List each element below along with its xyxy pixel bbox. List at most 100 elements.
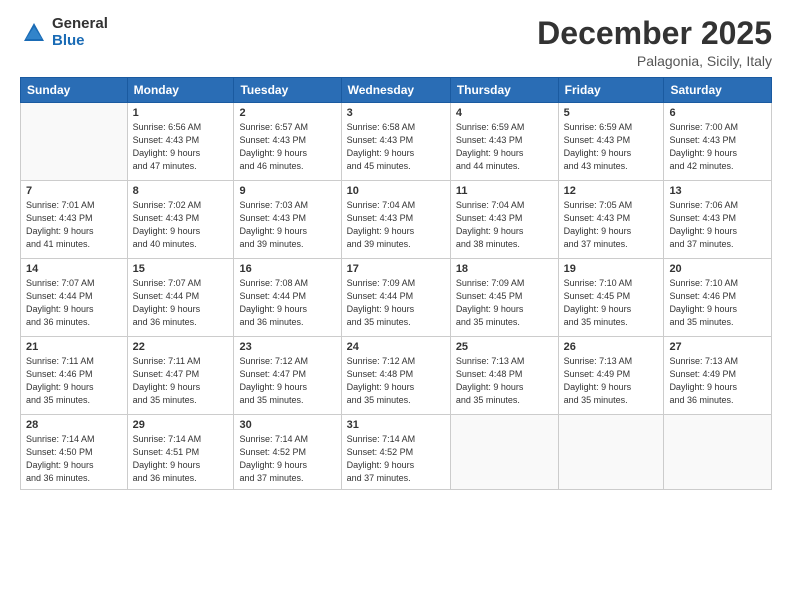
day-number: 13	[669, 185, 766, 197]
calendar-day-cell	[21, 103, 128, 181]
logo: General Blue	[20, 16, 108, 49]
calendar-day-cell: 21 Sunrise: 7:11 AM Sunset: 4:46 PM Dayli…	[21, 337, 128, 415]
day-info: Sunrise: 7:13 AM Sunset: 4:48 PM Dayligh…	[456, 355, 553, 407]
calendar-day-cell: 2 Sunrise: 6:57 AM Sunset: 4:43 PM Daylig…	[234, 103, 341, 181]
calendar: SundayMondayTuesdayWednesdayThursdayFrid…	[20, 77, 772, 490]
calendar-day-cell: 18 Sunrise: 7:09 AM Sunset: 4:45 PM Dayli…	[450, 259, 558, 337]
day-number: 5	[564, 107, 659, 119]
day-info: Sunrise: 7:06 AM Sunset: 4:43 PM Dayligh…	[669, 199, 766, 251]
calendar-week-row: 21 Sunrise: 7:11 AM Sunset: 4:46 PM Dayli…	[21, 337, 772, 415]
calendar-week-row: 1Sunrise: 6:56 AM Sunset: 4:43 PM Daylig…	[21, 103, 772, 181]
day-number: 27	[669, 341, 766, 353]
day-number: 30	[239, 419, 335, 431]
calendar-day-cell: 20 Sunrise: 7:10 AM Sunset: 4:46 PM Dayli…	[664, 259, 772, 337]
day-info: Sunrise: 7:12 AM Sunset: 4:47 PM Dayligh…	[239, 355, 335, 407]
day-info: Sunrise: 7:12 AM Sunset: 4:48 PM Dayligh…	[347, 355, 445, 407]
weekday-header-monday: Monday	[127, 78, 234, 103]
calendar-day-cell: 10 Sunrise: 7:04 AM Sunset: 4:43 PM Dayli…	[341, 181, 450, 259]
day-number: 12	[564, 185, 659, 197]
weekday-header-wednesday: Wednesday	[341, 78, 450, 103]
weekday-header-thursday: Thursday	[450, 78, 558, 103]
day-number: 14	[26, 263, 122, 275]
day-info: Sunrise: 7:02 AM Sunset: 4:43 PM Dayligh…	[133, 199, 229, 251]
day-info: Sunrise: 7:14 AM Sunset: 4:51 PM Dayligh…	[133, 433, 229, 485]
day-number: 7	[26, 185, 122, 197]
main-title: December 2025	[537, 16, 772, 51]
title-block: December 2025 Palagonia, Sicily, Italy	[537, 16, 772, 69]
calendar-day-cell: 28 Sunrise: 7:14 AM Sunset: 4:50 PM Dayli…	[21, 415, 128, 490]
day-info: Sunrise: 6:57 AM Sunset: 4:43 PM Dayligh…	[239, 121, 335, 173]
day-number: 4	[456, 107, 553, 119]
calendar-day-cell: 14Sunrise: 7:07 AM Sunset: 4:44 PM Dayli…	[21, 259, 128, 337]
calendar-day-cell: 30 Sunrise: 7:14 AM Sunset: 4:52 PM Dayli…	[234, 415, 341, 490]
calendar-day-cell: 26Sunrise: 7:13 AM Sunset: 4:49 PM Dayli…	[558, 337, 664, 415]
day-info: Sunrise: 7:09 AM Sunset: 4:45 PM Dayligh…	[456, 277, 553, 329]
day-info: Sunrise: 7:14 AM Sunset: 4:52 PM Dayligh…	[347, 433, 445, 485]
day-info: Sunrise: 6:59 AM Sunset: 4:43 PM Dayligh…	[564, 121, 659, 173]
calendar-day-cell: 12 Sunrise: 7:05 AM Sunset: 4:43 PM Dayli…	[558, 181, 664, 259]
calendar-day-cell: 1Sunrise: 6:56 AM Sunset: 4:43 PM Daylig…	[127, 103, 234, 181]
day-number: 17	[347, 263, 445, 275]
day-number: 9	[239, 185, 335, 197]
day-number: 22	[133, 341, 229, 353]
weekday-header-row: SundayMondayTuesdayWednesdayThursdayFrid…	[21, 78, 772, 103]
day-number: 20	[669, 263, 766, 275]
day-info: Sunrise: 7:11 AM Sunset: 4:46 PM Dayligh…	[26, 355, 122, 407]
calendar-day-cell: 17 Sunrise: 7:09 AM Sunset: 4:44 PM Dayli…	[341, 259, 450, 337]
day-number: 18	[456, 263, 553, 275]
day-number: 8	[133, 185, 229, 197]
day-info: Sunrise: 7:01 AM Sunset: 4:43 PM Dayligh…	[26, 199, 122, 251]
day-number: 15	[133, 263, 229, 275]
calendar-day-cell: 13 Sunrise: 7:06 AM Sunset: 4:43 PM Dayli…	[664, 181, 772, 259]
calendar-day-cell: 4 Sunrise: 6:59 AM Sunset: 4:43 PM Daylig…	[450, 103, 558, 181]
calendar-day-cell: 22 Sunrise: 7:11 AM Sunset: 4:47 PM Dayli…	[127, 337, 234, 415]
calendar-body: 1Sunrise: 6:56 AM Sunset: 4:43 PM Daylig…	[21, 103, 772, 490]
weekday-header-friday: Friday	[558, 78, 664, 103]
day-info: Sunrise: 7:13 AM Sunset: 4:49 PM Dayligh…	[669, 355, 766, 407]
calendar-day-cell: 8 Sunrise: 7:02 AM Sunset: 4:43 PM Daylig…	[127, 181, 234, 259]
day-info: Sunrise: 7:14 AM Sunset: 4:52 PM Dayligh…	[239, 433, 335, 485]
day-info: Sunrise: 7:10 AM Sunset: 4:46 PM Dayligh…	[669, 277, 766, 329]
day-number: 16	[239, 263, 335, 275]
calendar-day-cell: 23Sunrise: 7:12 AM Sunset: 4:47 PM Dayli…	[234, 337, 341, 415]
weekday-header-sunday: Sunday	[21, 78, 128, 103]
day-info: Sunrise: 7:04 AM Sunset: 4:43 PM Dayligh…	[347, 199, 445, 251]
calendar-day-cell: 15 Sunrise: 7:07 AM Sunset: 4:44 PM Dayli…	[127, 259, 234, 337]
day-number: 6	[669, 107, 766, 119]
day-info: Sunrise: 7:08 AM Sunset: 4:44 PM Dayligh…	[239, 277, 335, 329]
calendar-day-cell	[558, 415, 664, 490]
calendar-day-cell: 25Sunrise: 7:13 AM Sunset: 4:48 PM Dayli…	[450, 337, 558, 415]
calendar-day-cell: 19Sunrise: 7:10 AM Sunset: 4:45 PM Dayli…	[558, 259, 664, 337]
day-info: Sunrise: 7:14 AM Sunset: 4:50 PM Dayligh…	[26, 433, 122, 485]
day-info: Sunrise: 7:04 AM Sunset: 4:43 PM Dayligh…	[456, 199, 553, 251]
calendar-week-row: 28 Sunrise: 7:14 AM Sunset: 4:50 PM Dayli…	[21, 415, 772, 490]
day-info: Sunrise: 7:11 AM Sunset: 4:47 PM Dayligh…	[133, 355, 229, 407]
day-info: Sunrise: 7:00 AM Sunset: 4:43 PM Dayligh…	[669, 121, 766, 173]
calendar-day-cell: 3Sunrise: 6:58 AM Sunset: 4:43 PM Daylig…	[341, 103, 450, 181]
day-info: Sunrise: 6:59 AM Sunset: 4:43 PM Dayligh…	[456, 121, 553, 173]
calendar-day-cell: 11 Sunrise: 7:04 AM Sunset: 4:43 PM Dayli…	[450, 181, 558, 259]
logo-blue: Blue	[52, 33, 108, 50]
day-number: 31	[347, 419, 445, 431]
calendar-day-cell: 9Sunrise: 7:03 AM Sunset: 4:43 PM Daylig…	[234, 181, 341, 259]
day-number: 11	[456, 185, 553, 197]
day-number: 28	[26, 419, 122, 431]
day-number: 19	[564, 263, 659, 275]
day-number: 2	[239, 107, 335, 119]
calendar-day-cell: 24 Sunrise: 7:12 AM Sunset: 4:48 PM Dayli…	[341, 337, 450, 415]
logo-general: General	[52, 16, 108, 33]
day-info: Sunrise: 7:09 AM Sunset: 4:44 PM Dayligh…	[347, 277, 445, 329]
calendar-week-row: 14 Sunrise: 7:07 AM Sunset: 4:44 PM Dayli…	[21, 259, 772, 337]
calendar-day-cell: 6 Sunrise: 7:00 AM Sunset: 4:43 PM Daylig…	[664, 103, 772, 181]
day-number: 21	[26, 341, 122, 353]
logo-text: General Blue	[52, 16, 108, 49]
day-info: Sunrise: 7:05 AM Sunset: 4:43 PM Dayligh…	[564, 199, 659, 251]
day-number: 10	[347, 185, 445, 197]
weekday-header-saturday: Saturday	[664, 78, 772, 103]
logo-icon	[20, 19, 48, 47]
calendar-day-cell	[664, 415, 772, 490]
calendar-header: SundayMondayTuesdayWednesdayThursdayFrid…	[21, 78, 772, 103]
day-number: 26	[564, 341, 659, 353]
day-number: 24	[347, 341, 445, 353]
day-info: Sunrise: 7:07 AM Sunset: 4:44 PM Dayligh…	[133, 277, 229, 329]
